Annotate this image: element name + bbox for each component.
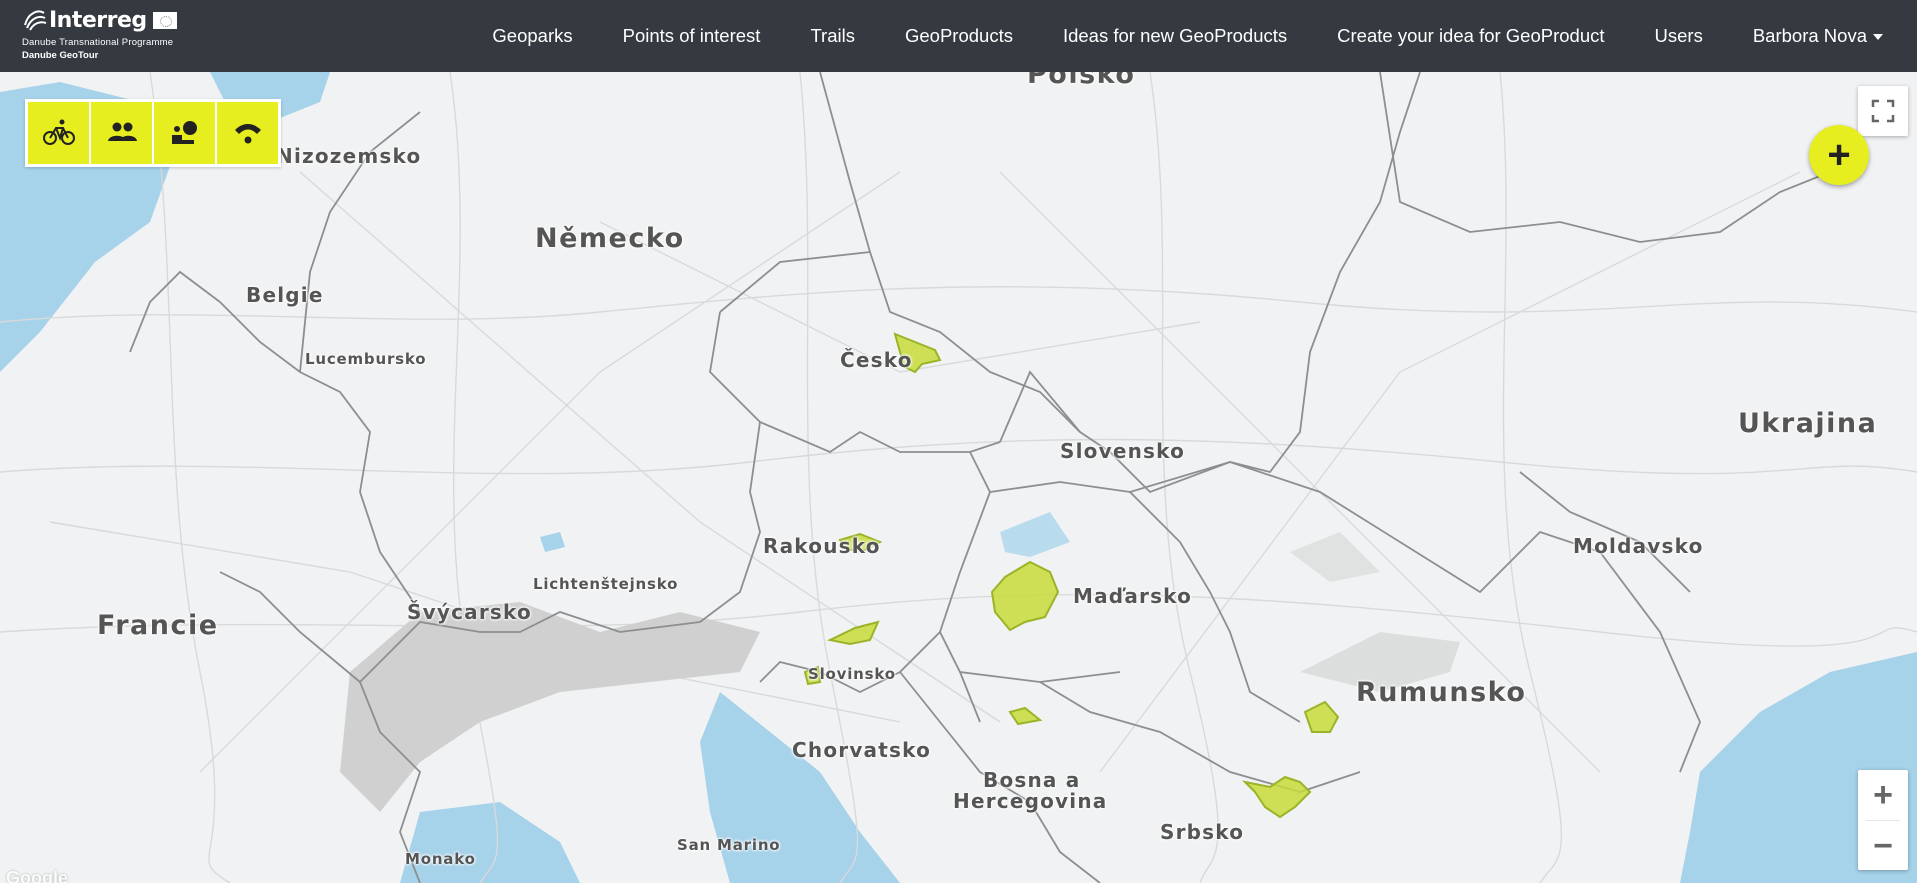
nav-points-of-interest[interactable]: Points of interest	[623, 25, 761, 47]
brand-logo[interactable]: Interreg Danube Transnational Programme …	[22, 6, 182, 66]
label-svycarsko: Švýcarsko	[407, 600, 532, 624]
nav-geoparks[interactable]: Geoparks	[492, 25, 572, 47]
nav-users[interactable]: Users	[1655, 25, 1703, 47]
label-bosna-line2: Hercegovina	[953, 789, 1108, 813]
label-madarsko: Maďarsko	[1073, 584, 1193, 608]
top-navbar: Interreg Danube Transnational Programme …	[0, 0, 1917, 72]
label-monako: Monako	[405, 850, 476, 868]
nav-create-idea[interactable]: Create your idea for GeoProduct	[1337, 25, 1604, 47]
label-chorvatsko: Chorvatsko	[792, 738, 932, 762]
label-slovensko: Slovensko	[1060, 439, 1186, 463]
label-nizozemsko: Nizozemsko	[276, 144, 422, 168]
user-menu-dropdown[interactable]: Barbora Nova	[1753, 25, 1883, 47]
label-rumunsko: Rumunsko	[1356, 677, 1527, 708]
label-rakousko: Rakousko	[763, 534, 881, 558]
map-canvas[interactable]: Polsko Nizozemsko Německo Belgie Lucembu…	[0, 72, 1917, 883]
nav-trails[interactable]: Trails	[810, 25, 855, 47]
fullscreen-button[interactable]	[1858, 86, 1908, 136]
label-nemecko: Německo	[535, 223, 685, 254]
label-san-marino: San Marino	[677, 836, 781, 854]
road-lines	[0, 72, 1917, 883]
zoom-in-button[interactable]: +	[1858, 770, 1908, 820]
people-icon	[107, 122, 137, 141]
map-filter-toolbar	[25, 99, 281, 167]
nav-geoproducts[interactable]: GeoProducts	[905, 25, 1013, 47]
signal-icon	[234, 124, 261, 144]
filter-people-button[interactable]	[91, 102, 152, 164]
label-ukrajina: Ukrajina	[1738, 408, 1878, 439]
nav-ideas-geoproducts[interactable]: Ideas for new GeoProducts	[1063, 25, 1287, 47]
bicycle-icon	[42, 119, 75, 145]
filter-signal-button[interactable]	[217, 102, 278, 164]
main-menu: Geoparks Points of interest Trails GeoPr…	[442, 0, 1883, 72]
eu-flag-icon	[152, 11, 177, 29]
google-attribution[interactable]: Google	[6, 868, 68, 883]
interreg-swirl-icon	[24, 10, 47, 31]
label-moldavsko: Moldavsko	[1573, 534, 1704, 558]
label-belgie: Belgie	[246, 283, 324, 307]
label-srbsko: Srbsko	[1160, 820, 1245, 844]
person-info-icon	[171, 121, 197, 144]
filter-person-info-button[interactable]	[154, 102, 215, 164]
user-name: Barbora Nova	[1752, 25, 1867, 46]
filter-bicycle-button[interactable]	[28, 102, 89, 164]
brand-subtitle: Danube Transnational Programme	[22, 37, 174, 48]
label-lichtenstejnsko: Lichtenštejnsko	[533, 575, 679, 593]
fullscreen-icon	[1871, 99, 1895, 123]
water-areas	[0, 72, 1917, 883]
label-francie: Francie	[97, 610, 219, 641]
add-button[interactable]: +	[1809, 125, 1869, 185]
zoom-out-button[interactable]: −	[1858, 821, 1908, 871]
label-lucembursko: Lucembursko	[305, 350, 427, 368]
caret-down-icon	[1873, 34, 1883, 40]
zoom-control: + −	[1858, 770, 1908, 870]
label-cesko: Česko	[840, 348, 913, 372]
basemap	[0, 72, 1917, 883]
label-polsko: Polsko	[1027, 72, 1136, 90]
brand-project: Danube GeoTour	[22, 50, 99, 61]
brand-title: Interreg	[49, 7, 147, 33]
label-slovinsko: Slovinsko	[808, 665, 896, 683]
